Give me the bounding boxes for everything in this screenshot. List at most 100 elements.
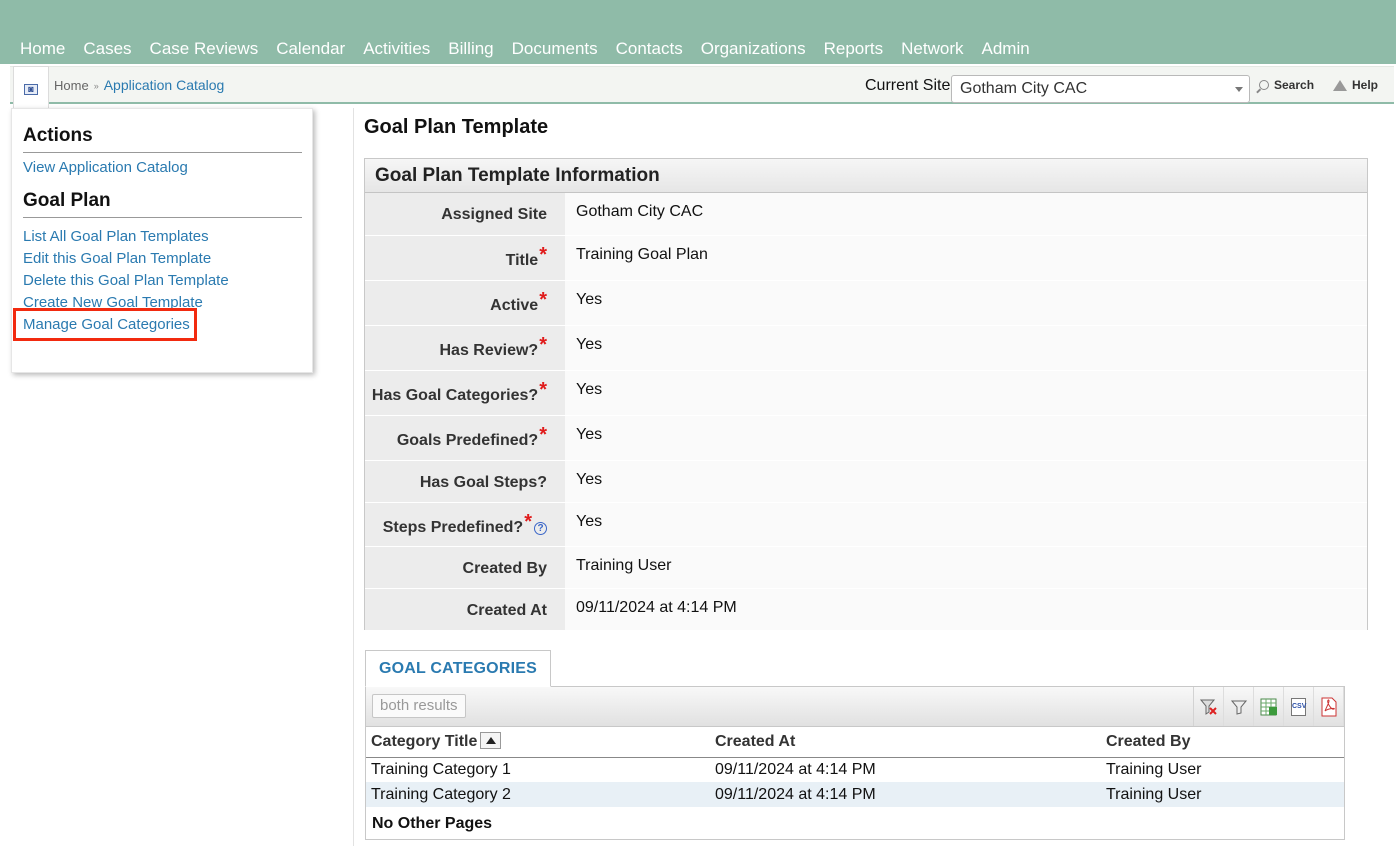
help-link[interactable]: Help: [1333, 78, 1378, 92]
cell-category-title: Training Category 2: [366, 782, 710, 807]
divider: [23, 217, 302, 218]
csv-icon-label: CSV: [1291, 697, 1306, 716]
search-label: Search: [1274, 78, 1315, 92]
field-label: Created At: [466, 602, 547, 619]
view-application-catalog-link[interactable]: View Application Catalog: [23, 159, 188, 176]
tab-goal-categories[interactable]: GOAL CATEGORIES: [365, 650, 551, 687]
list-goal-plan-templates-link[interactable]: List All Goal Plan Templates: [23, 228, 209, 245]
current-site-select[interactable]: Gotham City CAC: [951, 75, 1250, 103]
field-label: Active: [490, 297, 539, 314]
field-value: Training User: [576, 557, 672, 574]
filter-icon[interactable]: [1224, 687, 1254, 726]
table-row[interactable]: Training Category 2 09/11/2024 at 4:14 P…: [366, 782, 1344, 807]
field-label: Title: [505, 252, 539, 269]
field-row-title: Title* Training Goal Plan: [365, 236, 1367, 281]
required-marker: *: [524, 511, 532, 533]
field-row-active: Active* Yes: [365, 281, 1367, 326]
column-header-created-by[interactable]: Created By: [1101, 727, 1344, 758]
content-divider: [353, 108, 354, 846]
nav-documents[interactable]: Documents: [503, 38, 607, 60]
nav-network[interactable]: Network: [892, 38, 972, 60]
pdf-icon[interactable]: [1314, 687, 1344, 726]
cell-created-by: Training User: [1106, 760, 1202, 778]
search-icon: [1259, 80, 1269, 90]
column-header-category-title[interactable]: Category Title: [366, 727, 710, 758]
field-row-goals-predefined: Goals Predefined?* Yes: [365, 416, 1367, 461]
breadcrumb-home[interactable]: Home: [54, 78, 89, 93]
edit-goal-plan-template-link[interactable]: Edit this Goal Plan Template: [23, 250, 211, 267]
cell-created-at: 09/11/2024 at 4:14 PM: [715, 760, 876, 778]
goal-plan-heading: Goal Plan: [23, 190, 111, 211]
goal-categories-table: Category Title Created At Created By Tra…: [366, 727, 1344, 807]
help-label: Help: [1352, 78, 1379, 92]
clear-filter-icon[interactable]: [1194, 687, 1224, 726]
field-label: Steps Predefined?: [382, 519, 524, 536]
nav-cases[interactable]: Cases: [74, 38, 140, 60]
current-site-value: Gotham City CAC: [960, 80, 1088, 97]
field-value: Yes: [576, 426, 603, 443]
required-marker: *: [539, 244, 547, 266]
sort-ascending-icon[interactable]: [480, 732, 502, 750]
current-site-label: Current Site: [865, 77, 951, 94]
help-question-icon[interactable]: ?: [534, 522, 547, 535]
cell-created-by: Training User: [1101, 782, 1344, 807]
nav-contacts[interactable]: Contacts: [607, 38, 692, 60]
sidebar-toggle-button[interactable]: ◙: [13, 66, 49, 112]
cell-category-title: Training Category 1: [371, 760, 511, 778]
field-row-has-goal-steps: Has Goal Steps? Yes: [365, 461, 1367, 503]
required-marker: *: [539, 424, 547, 446]
grid-toolbar: both results CSV: [366, 687, 1344, 727]
create-goal-template-link[interactable]: Create New Goal Template: [23, 294, 203, 311]
field-row-steps-predefined: Steps Predefined?*? Yes: [365, 503, 1367, 547]
delete-goal-plan-template-link[interactable]: Delete this Goal Plan Template: [23, 272, 229, 289]
required-marker: *: [539, 289, 547, 311]
field-label: Has Goal Steps?: [419, 474, 547, 491]
help-icon: [1333, 79, 1347, 91]
required-marker: *: [539, 334, 547, 356]
nav-calendar[interactable]: Calendar: [267, 38, 354, 60]
field-row-has-goal-categories: Has Goal Categories?* Yes: [365, 371, 1367, 416]
nav-activities[interactable]: Activities: [354, 38, 439, 60]
info-panel: Goal Plan Template Information Assigned …: [364, 158, 1368, 630]
field-label: Assigned Site: [441, 206, 547, 223]
both-results-button[interactable]: both results: [372, 694, 466, 718]
breadcrumb-separator: »: [93, 81, 99, 91]
pagination-status: No Other Pages: [372, 815, 493, 832]
field-label: Has Goal Categories?: [371, 387, 539, 404]
divider: [23, 152, 302, 153]
app-window-icon: ◙: [24, 84, 38, 95]
search-link[interactable]: Search: [1259, 78, 1314, 92]
field-label: Has Review?: [439, 342, 539, 359]
nav-reports[interactable]: Reports: [815, 38, 893, 60]
field-value: 09/11/2024 at 4:14 PM: [576, 599, 737, 616]
cell-created-at: 09/11/2024 at 4:14 PM: [710, 782, 1101, 807]
field-value: Yes: [576, 471, 603, 488]
field-row-assigned-site: Assigned Site Gotham City CAC: [365, 193, 1367, 236]
field-value: Yes: [576, 291, 603, 308]
breadcrumb-application-catalog[interactable]: Application Catalog: [104, 77, 225, 93]
excel-icon[interactable]: [1254, 687, 1284, 726]
nav-admin[interactable]: Admin: [973, 38, 1039, 60]
export-tools: CSV: [1193, 687, 1344, 726]
table-row[interactable]: Training Category 1 09/11/2024 at 4:14 P…: [366, 757, 1344, 782]
sidebar: Actions View Application Catalog Goal Pl…: [11, 108, 313, 373]
field-value: Yes: [576, 381, 603, 398]
nav-case-reviews[interactable]: Case Reviews: [141, 38, 268, 60]
sub-toolbar: ◙ Home» Application Catalog Current Site …: [10, 66, 1394, 112]
table-header-row: Category Title Created At Created By: [366, 727, 1344, 758]
field-value: Yes: [576, 513, 603, 530]
field-label: Created By: [462, 560, 547, 577]
field-value: Training Goal Plan: [576, 246, 708, 263]
nav-home[interactable]: Home: [11, 38, 74, 60]
field-row-created-by: Created By Training User: [365, 547, 1367, 589]
column-header-created-at[interactable]: Created At: [710, 727, 1101, 758]
field-value: Yes: [576, 336, 603, 353]
required-marker: *: [539, 379, 547, 401]
actions-heading: Actions: [23, 125, 93, 146]
chevron-down-icon: [1235, 87, 1243, 92]
csv-icon[interactable]: CSV: [1284, 687, 1314, 726]
manage-goal-categories-link[interactable]: Manage Goal Categories: [23, 316, 190, 333]
nav-organizations[interactable]: Organizations: [692, 38, 815, 60]
breadcrumb: Home » Application Catalog: [54, 77, 224, 93]
nav-billing[interactable]: Billing: [439, 38, 502, 60]
